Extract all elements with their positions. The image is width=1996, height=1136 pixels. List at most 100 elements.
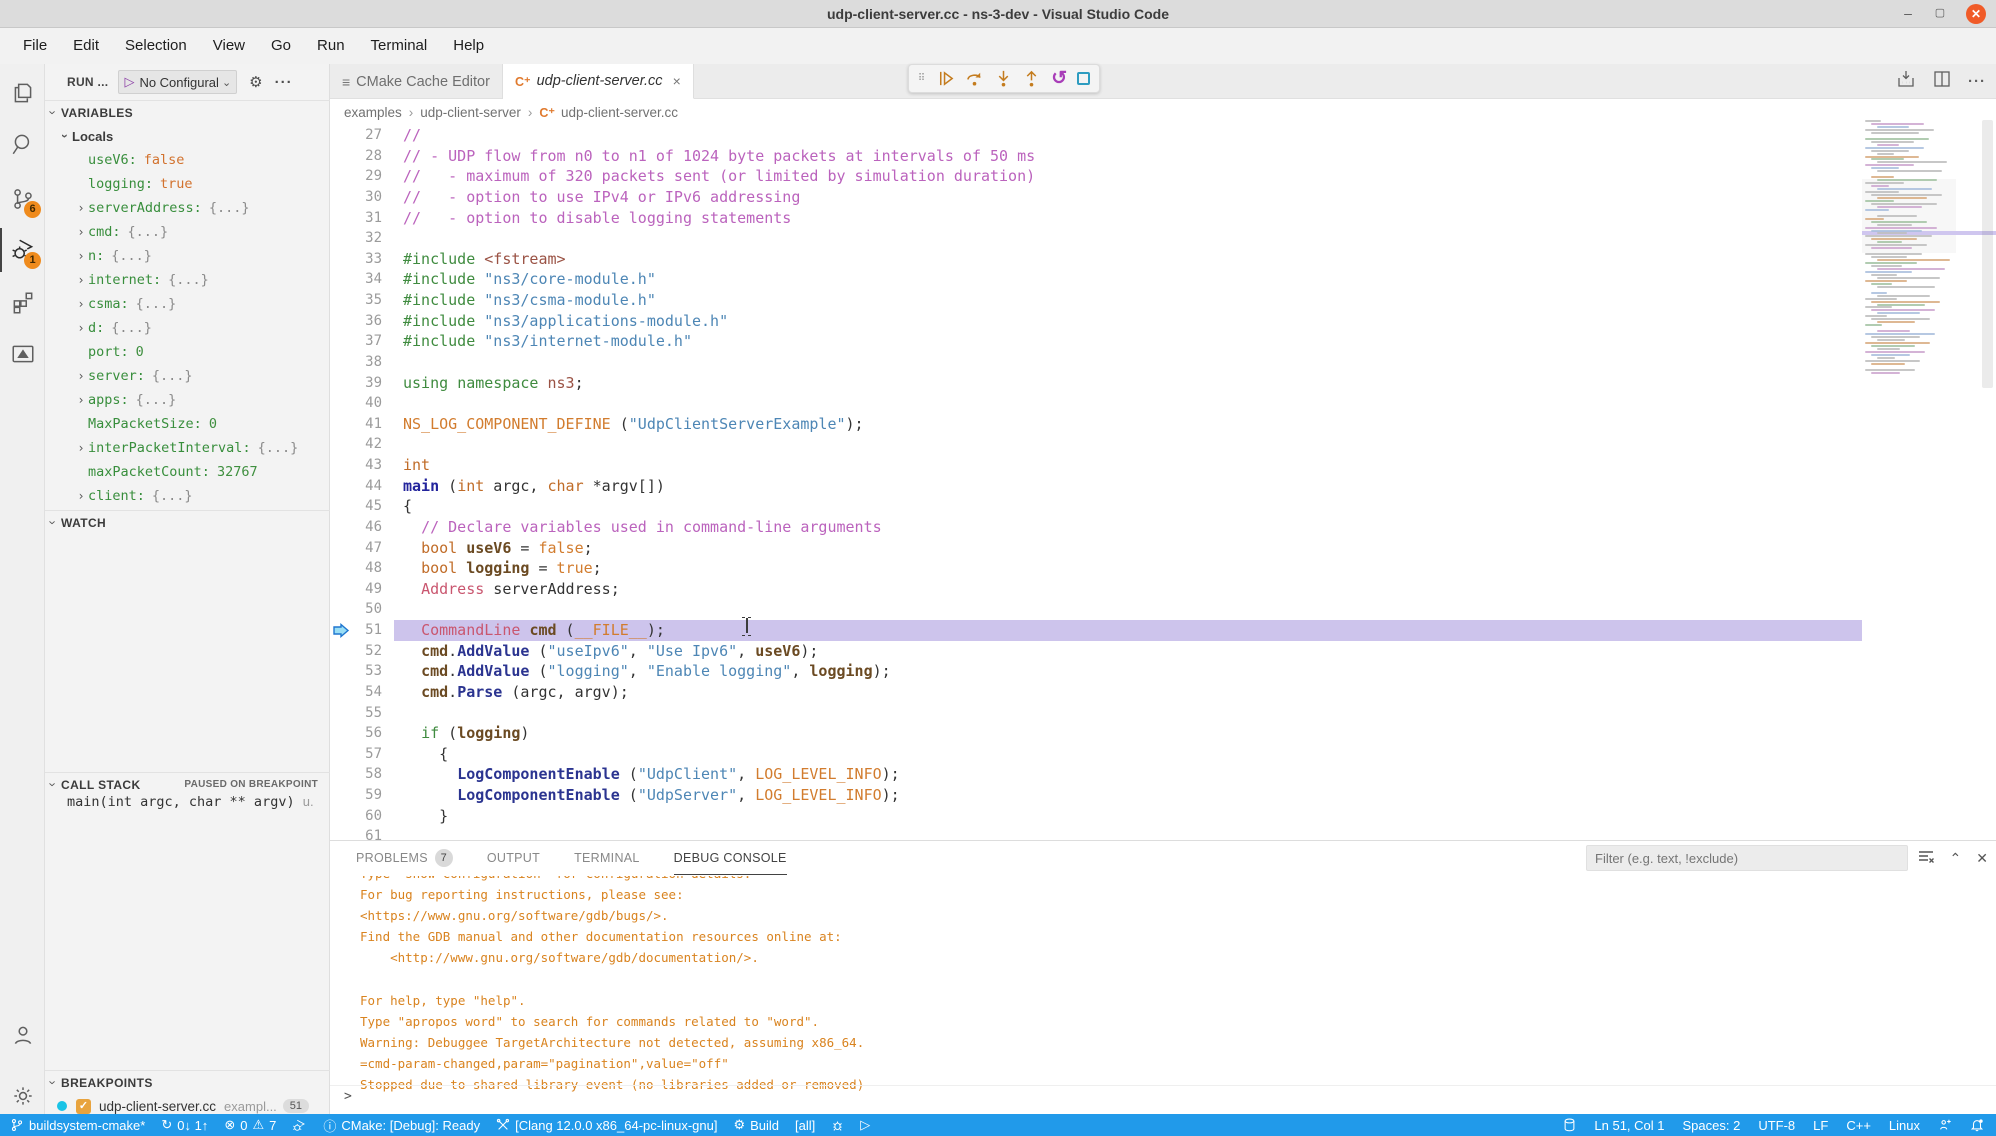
menu-file[interactable]: File <box>10 28 60 64</box>
variables-group-row[interactable]: ›Locals <box>45 124 330 148</box>
tab-problems[interactable]: PROBLEMS 7 <box>356 841 453 875</box>
line-number[interactable]: 41 <box>330 414 382 435</box>
stop-button[interactable] <box>1077 72 1090 85</box>
menu-view[interactable]: View <box>200 28 258 64</box>
split-editor-icon[interactable] <box>1932 69 1952 94</box>
line-number[interactable]: 45 <box>330 496 382 517</box>
tab-terminal[interactable]: TERMINAL <box>574 841 640 875</box>
watch-section-header[interactable]: › WATCH <box>45 510 330 534</box>
test-panel-icon[interactable] <box>0 332 45 376</box>
line-number[interactable]: 39 <box>330 373 382 394</box>
breakpoints-section-header[interactable]: › BREAKPOINTS <box>45 1070 330 1094</box>
line-number[interactable]: 60 <box>330 806 382 827</box>
code-line[interactable]: 52 cmd.AddValue ("useIpv6", "Use Ipv6", … <box>330 641 1996 662</box>
problems-item[interactable]: ⊗ 0 ⚠ 7 <box>224 1117 276 1133</box>
cmake-status-item[interactable]: ⓘ CMake: [Debug]: Ready <box>323 1116 480 1135</box>
line-number[interactable]: 38 <box>330 352 382 373</box>
line-number[interactable]: 43 <box>330 455 382 476</box>
code-line[interactable]: 35#include "ns3/csma-module.h" <box>330 290 1996 311</box>
line-number[interactable]: 56 <box>330 723 382 744</box>
code-line[interactable]: 56 if (logging) <box>330 723 1996 744</box>
code-line[interactable]: 43int <box>330 455 1996 476</box>
breadcrumb-folder[interactable]: udp-client-server <box>420 105 521 120</box>
chevron-right-icon[interactable]: › <box>74 201 88 215</box>
code-line[interactable]: 55 <box>330 703 1996 724</box>
code-line[interactable]: 41NS_LOG_COMPONENT_DEFINE ("UdpClientSer… <box>330 414 1996 435</box>
encoding-item[interactable]: UTF-8 <box>1758 1118 1795 1133</box>
notifications-bell-icon[interactable] <box>1970 1118 1984 1132</box>
close-panel-icon[interactable]: ✕ <box>1976 850 1988 867</box>
tray-download-icon[interactable] <box>1896 69 1916 94</box>
eol-item[interactable]: LF <box>1813 1118 1828 1133</box>
variable-row[interactable]: ›serverAddress:{...} <box>45 196 330 220</box>
line-number[interactable]: 57 <box>330 744 382 765</box>
line-number[interactable]: 35 <box>330 290 382 311</box>
code-line[interactable]: 51 CommandLine cmd (__FILE__); <box>330 620 1996 641</box>
run-debug-icon[interactable]: 1 <box>0 228 45 272</box>
line-number[interactable]: 31 <box>330 208 382 229</box>
line-number[interactable]: 30 <box>330 187 382 208</box>
code-line[interactable]: 61 <box>330 826 1996 840</box>
start-debug-icon[interactable]: ▷ <box>124 74 134 90</box>
line-number[interactable]: 48 <box>330 558 382 579</box>
variable-row[interactable]: maxPacketCount:32767 <box>45 460 330 484</box>
menu-edit[interactable]: Edit <box>60 28 112 64</box>
code-line[interactable]: 37#include "ns3/internet-module.h" <box>330 331 1996 352</box>
more-actions-icon[interactable]: ··· <box>1968 73 1986 90</box>
code-line[interactable]: 45{ <box>330 496 1996 517</box>
code-editor[interactable]: 27//28// - UDP flow from n0 to n1 of 102… <box>330 125 1996 840</box>
settings-gear-icon[interactable] <box>0 1074 45 1118</box>
code-line[interactable]: 38 <box>330 352 1996 373</box>
os-item[interactable]: Linux <box>1889 1118 1920 1133</box>
variable-row[interactable]: ›server:{...} <box>45 364 330 388</box>
chevron-right-icon[interactable]: › <box>74 393 88 407</box>
code-line[interactable]: 59 LogComponentEnable ("UdpServer", LOG_… <box>330 785 1996 806</box>
code-line[interactable]: 33#include <fstream> <box>330 249 1996 270</box>
code-line[interactable]: 53 cmd.AddValue ("logging", "Enable logg… <box>330 661 1996 682</box>
explorer-icon[interactable] <box>0 71 45 115</box>
menu-help[interactable]: Help <box>440 28 497 64</box>
step-out-button[interactable] <box>1022 69 1041 88</box>
chevron-right-icon[interactable]: › <box>74 225 88 239</box>
sync-changes-item[interactable]: ↻ 0↓ 1↑ <box>161 1117 208 1133</box>
code-line[interactable]: 34#include "ns3/core-module.h" <box>330 269 1996 290</box>
ports-item[interactable] <box>1563 1118 1576 1132</box>
minimize-button[interactable]: – <box>1898 4 1918 24</box>
close-button[interactable]: ✕ <box>1966 4 1986 24</box>
debug-console[interactable]: Type "show configuration" for configurat… <box>330 876 1996 1108</box>
variable-row[interactable]: ›internet:{...} <box>45 268 330 292</box>
code-line[interactable]: 58 LogComponentEnable ("UdpClient", LOG_… <box>330 764 1996 785</box>
code-line[interactable]: 60 } <box>330 806 1996 827</box>
breadcrumb-folder[interactable]: examples <box>344 105 402 120</box>
menu-terminal[interactable]: Terminal <box>358 28 441 64</box>
step-into-button[interactable] <box>994 69 1013 88</box>
cursor-position-item[interactable]: Ln 51, Col 1 <box>1594 1118 1664 1133</box>
debug-status-icon[interactable] <box>292 1118 307 1133</box>
build-target-item[interactable]: [all] <box>795 1118 815 1133</box>
code-line[interactable]: 32 <box>330 228 1996 249</box>
code-line[interactable]: 42 <box>330 434 1996 455</box>
chevron-right-icon[interactable]: › <box>74 273 88 287</box>
line-number[interactable]: 53 <box>330 661 382 682</box>
line-number[interactable]: 32 <box>330 228 382 249</box>
line-number[interactable]: 55 <box>330 703 382 724</box>
clear-console-icon[interactable] <box>1917 848 1935 869</box>
code-line[interactable]: 44main (int argc, char *argv[]) <box>330 476 1996 497</box>
line-number[interactable]: 44 <box>330 476 382 497</box>
line-number[interactable]: 42 <box>330 434 382 455</box>
breadcrumb-file[interactable]: udp-client-server.cc <box>561 105 678 120</box>
variable-row[interactable]: ›client:{...} <box>45 484 330 508</box>
step-over-button[interactable] <box>965 69 984 88</box>
line-number[interactable]: 46 <box>330 517 382 538</box>
launch-target-item[interactable]: ▷ <box>860 1117 870 1133</box>
feedback-icon[interactable] <box>1938 1118 1952 1132</box>
chevron-right-icon[interactable]: › <box>74 369 88 383</box>
code-line[interactable]: 28// - UDP flow from n0 to n1 of 1024 by… <box>330 146 1996 167</box>
code-line[interactable]: 46 // Declare variables used in command-… <box>330 517 1996 538</box>
menu-run[interactable]: Run <box>304 28 358 64</box>
variable-row[interactable]: ›apps:{...} <box>45 388 330 412</box>
code-line[interactable]: 49 Address serverAddress; <box>330 579 1996 600</box>
cmake-build-item[interactable]: ⚙ Build <box>733 1117 779 1133</box>
drag-grip-icon[interactable]: ⠿ <box>918 75 926 83</box>
variable-row[interactable]: ›interPacketInterval:{...} <box>45 436 330 460</box>
